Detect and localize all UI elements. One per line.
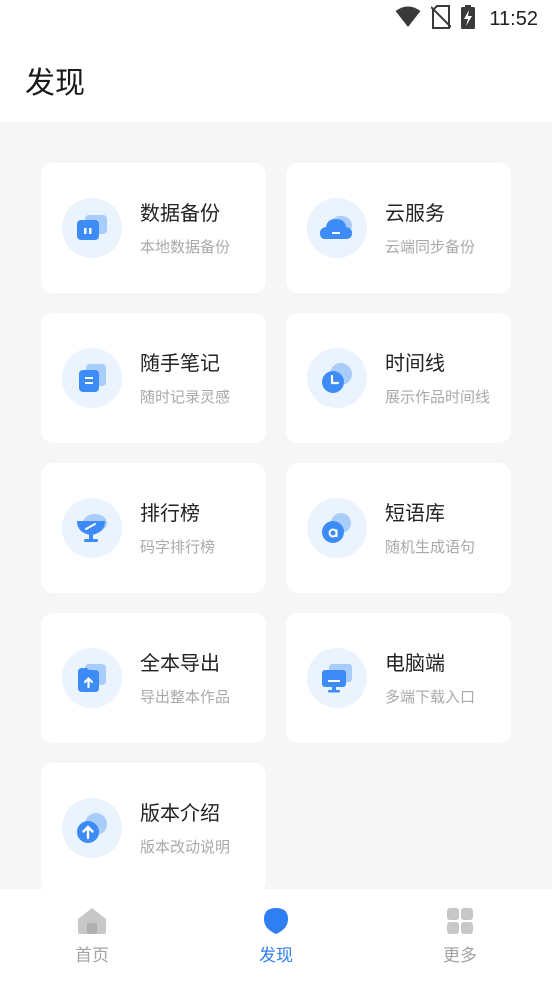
note-icon <box>62 348 122 408</box>
local-backup-icon <box>62 198 122 258</box>
phrase-icon <box>307 498 367 558</box>
status-time: 11:52 <box>489 7 538 30</box>
feature-title: 随手笔记 <box>140 350 220 375</box>
status-bar: 11:52 <box>0 0 552 38</box>
no-sim-icon <box>430 5 453 33</box>
feature-subtitle: 多端下载入口 <box>385 687 476 706</box>
feature-title: 短语库 <box>385 500 445 525</box>
nav-more[interactable]: 更多 <box>368 889 552 981</box>
feature-title: 排行榜 <box>140 500 200 525</box>
feature-title: 版本介绍 <box>140 800 220 825</box>
battery-charging-icon <box>461 5 476 33</box>
feature-subtitle: 展示作品时间线 <box>385 387 491 406</box>
feature-subtitle: 随机生成语句 <box>385 537 476 556</box>
feature-subtitle: 码字排行榜 <box>140 537 216 556</box>
wifi-icon <box>395 6 421 32</box>
feature-card-cloud-service[interactable]: 云服务 云端同步备份 <box>286 163 511 293</box>
nav-label: 更多 <box>443 946 477 966</box>
header: 发现 <box>0 38 552 122</box>
grid-icon <box>445 907 475 939</box>
nav-discover[interactable]: 发现 <box>184 889 368 981</box>
feature-card-desktop[interactable]: 电脑端 多端下载入口 <box>286 613 511 743</box>
page-title: 发现 <box>25 66 85 101</box>
feature-title: 数据备份 <box>140 200 220 225</box>
cloud-icon <box>307 198 367 258</box>
feature-title: 全本导出 <box>140 650 220 675</box>
clock-icon <box>307 348 367 408</box>
feature-card-version-info[interactable]: 版本介绍 版本改动说明 <box>41 763 266 893</box>
nav-home[interactable]: 首页 <box>0 889 184 981</box>
feature-card-full-export[interactable]: 全本导出 导出整本作品 <box>41 613 266 743</box>
feature-subtitle: 随时记录灵感 <box>140 387 231 406</box>
bottom-nav: 首页 发现 更多 <box>0 889 552 981</box>
feature-subtitle: 导出整本作品 <box>140 687 231 706</box>
nav-label: 首页 <box>75 946 109 966</box>
feature-subtitle: 云端同步备份 <box>385 237 476 256</box>
feature-card-leaderboard[interactable]: 排行榜 码字排行榜 <box>41 463 266 593</box>
export-icon <box>62 648 122 708</box>
feature-card-quick-notes[interactable]: 随手笔记 随时记录灵感 <box>41 313 266 443</box>
feature-card-phrase-library[interactable]: 短语库 随机生成语句 <box>286 463 511 593</box>
feature-title: 云服务 <box>385 200 445 225</box>
trophy-icon <box>62 498 122 558</box>
feature-card-data-backup[interactable]: 数据备份 本地数据备份 <box>41 163 266 293</box>
nav-label: 发现 <box>259 946 293 966</box>
discover-icon <box>261 907 291 939</box>
desktop-icon <box>307 648 367 708</box>
feature-grid: 数据备份 本地数据备份 云服务 云端同步备份 随手笔记 随时记录灵感 时间线 展… <box>41 163 511 893</box>
feature-card-timeline[interactable]: 时间线 展示作品时间线 <box>286 313 511 443</box>
version-icon <box>62 798 122 858</box>
home-icon <box>77 907 107 939</box>
feature-subtitle: 本地数据备份 <box>140 237 231 256</box>
feature-title: 电脑端 <box>385 650 445 675</box>
feature-subtitle: 版本改动说明 <box>140 837 231 856</box>
feature-title: 时间线 <box>385 350 445 375</box>
